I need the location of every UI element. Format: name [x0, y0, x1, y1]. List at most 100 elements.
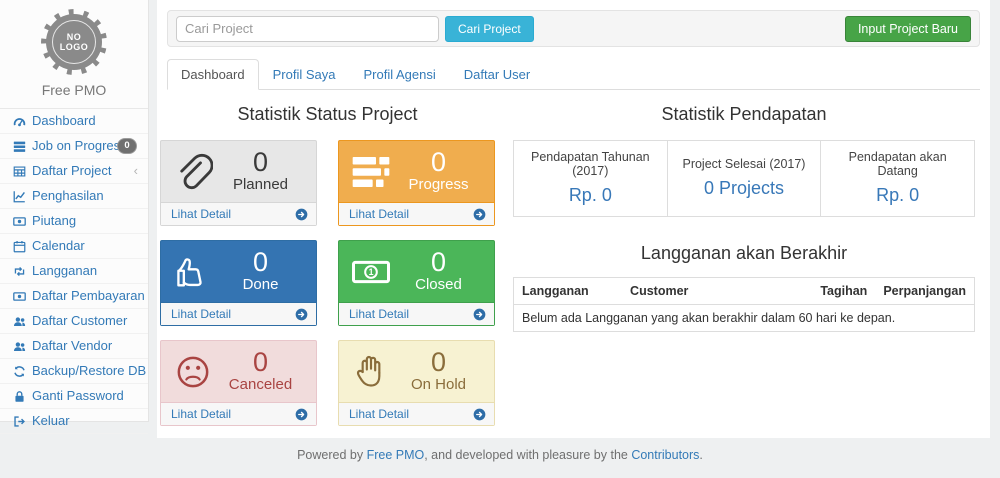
detail-link-label: Lihat Detail: [171, 207, 231, 221]
sidebar-item-piutang[interactable]: Piutang: [0, 209, 148, 234]
status-section-title: Statistik Status Project: [160, 104, 495, 125]
money-icon: [13, 290, 26, 303]
table-row: Belum ada Langganan yang akan berakhir d…: [514, 305, 975, 332]
income-section-title: Statistik Pendapatan: [513, 104, 975, 125]
free-pmo-link[interactable]: Free PMO: [367, 448, 425, 462]
sidebar-item-label: Langganan: [32, 263, 97, 279]
done-detail-link[interactable]: Lihat Detail: [161, 302, 316, 325]
progress-detail-link[interactable]: Lihat Detail: [339, 202, 494, 225]
contributors-link[interactable]: Contributors: [631, 448, 699, 462]
job-count-badge: 0: [117, 138, 137, 154]
closed-detail-link[interactable]: Lihat Detail: [339, 302, 494, 325]
sidebar: NO LOGO Free PMO Dashboard Job on Progre…: [0, 0, 149, 422]
calendar-icon: [13, 240, 26, 253]
sidebar-item-calendar[interactable]: Calendar: [0, 234, 148, 259]
tab-profil-saya[interactable]: Profil Saya: [259, 59, 350, 90]
status-card-done: 0 Done Lihat Detail: [160, 240, 317, 326]
footer-text: Powered by: [297, 448, 366, 462]
detail-link-label: Lihat Detail: [171, 407, 231, 421]
done-label: Done: [213, 276, 308, 295]
dashboard-icon: [13, 115, 26, 128]
sidebar-item-label: Ganti Password: [32, 388, 124, 404]
search-project-button[interactable]: Cari Project: [445, 16, 534, 42]
card-body: 0 Closed: [339, 241, 494, 302]
project-search-bar: Cari Project Input Project Baru: [167, 10, 980, 47]
sidebar-item-dashboard[interactable]: Dashboard: [0, 109, 148, 134]
arrow-circle-right-icon: [295, 208, 308, 221]
income-upcoming-value[interactable]: Rp. 0: [876, 185, 919, 205]
logo-placeholder-text: NO LOGO: [58, 32, 90, 53]
tab-dashboard[interactable]: Dashboard: [167, 59, 259, 90]
line-chart-icon: [13, 190, 26, 203]
status-card-on-hold: 0 On Hold Lihat Detail: [338, 340, 495, 426]
sidebar-item-daftar-vendor[interactable]: Daftar Vendor: [0, 334, 148, 359]
sidebar-item-job-on-progress[interactable]: Job on Progress 0: [0, 134, 148, 159]
planned-detail-link[interactable]: Lihat Detail: [161, 202, 316, 225]
app-logo: NO LOGO: [41, 9, 107, 75]
projects-done-value[interactable]: 0 Projects: [704, 178, 784, 198]
sidebar-item-penghasilan[interactable]: Penghasilan: [0, 184, 148, 209]
paperclip-icon: [173, 152, 213, 192]
status-card-progress: 0 Progress Lihat Detail: [338, 140, 495, 226]
arrow-circle-right-icon: [473, 308, 486, 321]
status-card-planned: 0 Planned Lihat Detail: [160, 140, 317, 226]
sidebar-item-backup-restore-db[interactable]: Backup/Restore DB: [0, 359, 148, 384]
income-label: Pendapatan akan Datang: [827, 150, 968, 178]
sidebar-item-daftar-pembayaran[interactable]: Daftar Pembayaran: [0, 284, 148, 309]
tab-daftar-user[interactable]: Daftar User: [450, 59, 544, 90]
sidebar-item-langganan[interactable]: Langganan: [0, 259, 148, 284]
page-footer: Powered by Free PMO, and developed with …: [0, 448, 1000, 462]
detail-link-label: Lihat Detail: [349, 407, 409, 421]
income-section: Statistik Pendapatan Pendapatan Tahunan …: [513, 98, 975, 426]
canceled-count: 0: [213, 348, 308, 376]
subscription-table: Langganan Customer Tagihan Perpanjangan …: [513, 277, 975, 332]
sign-out-icon: [13, 415, 26, 428]
sidebar-item-daftar-customer[interactable]: Daftar Customer: [0, 309, 148, 334]
status-card-closed: 0 Closed Lihat Detail: [338, 240, 495, 326]
closed-count: 0: [391, 248, 486, 276]
column-header-perpanjangan: Perpanjangan: [875, 278, 974, 305]
card-body: 0 Progress: [339, 141, 494, 202]
detail-link-label: Lihat Detail: [171, 307, 231, 321]
closed-label: Closed: [391, 276, 486, 295]
status-card-canceled: 0 Canceled Lihat Detail: [160, 340, 317, 426]
banknote-icon: [351, 252, 391, 292]
subscription-section-title: Langganan akan Berakhir: [513, 243, 975, 264]
sidebar-item-keluar[interactable]: Keluar: [0, 409, 148, 434]
sidebar-item-label: Penghasilan: [32, 188, 104, 204]
footer-text: , and developed with pleasure by the: [424, 448, 631, 462]
refresh-icon: [13, 365, 26, 378]
canceled-detail-link[interactable]: Lihat Detail: [161, 402, 316, 425]
main-content: Cari Project Input Project Baru Dashboar…: [157, 0, 990, 438]
sidebar-item-label: Daftar Customer: [32, 313, 127, 329]
column-header-langganan: Langganan: [514, 278, 623, 305]
sidebar-item-label: Backup/Restore DB: [32, 363, 146, 379]
income-annual-value[interactable]: Rp. 0: [569, 185, 612, 205]
app-logo-ring: NO LOGO: [52, 20, 96, 64]
card-body: 0 Canceled: [161, 341, 316, 402]
sidebar-item-label: Dashboard: [32, 113, 96, 129]
tasks-icon: [351, 152, 391, 192]
on-hold-detail-link[interactable]: Lihat Detail: [339, 402, 494, 425]
app-name: Free PMO: [0, 82, 148, 98]
arrow-circle-right-icon: [295, 408, 308, 421]
thumbs-up-icon: [173, 252, 213, 292]
progress-label: Progress: [391, 176, 486, 195]
money-icon: [13, 215, 26, 228]
project-search-input[interactable]: [176, 16, 439, 42]
sidebar-item-label: Piutang: [32, 213, 76, 229]
income-stats-table: Pendapatan Tahunan (2017) Rp. 0 Project …: [513, 140, 975, 217]
sidebar-item-daftar-project[interactable]: Daftar Project ‹: [0, 159, 148, 184]
tab-profil-agensi[interactable]: Profil Agensi: [349, 59, 449, 90]
sidebar-menu: Dashboard Job on Progress 0 Daftar Proje…: [0, 109, 148, 434]
column-header-customer: Customer: [622, 278, 811, 305]
new-project-button[interactable]: Input Project Baru: [845, 16, 971, 42]
done-count: 0: [213, 248, 308, 276]
sidebar-item-label: Daftar Vendor: [32, 338, 112, 354]
sidebar-item-ganti-password[interactable]: Ganti Password: [0, 384, 148, 409]
canceled-label: Canceled: [213, 376, 308, 395]
card-body: 0 Done: [161, 241, 316, 302]
arrow-circle-right-icon: [473, 208, 486, 221]
sidebar-item-label: Job on Progress: [32, 138, 127, 154]
lock-icon: [13, 390, 26, 403]
